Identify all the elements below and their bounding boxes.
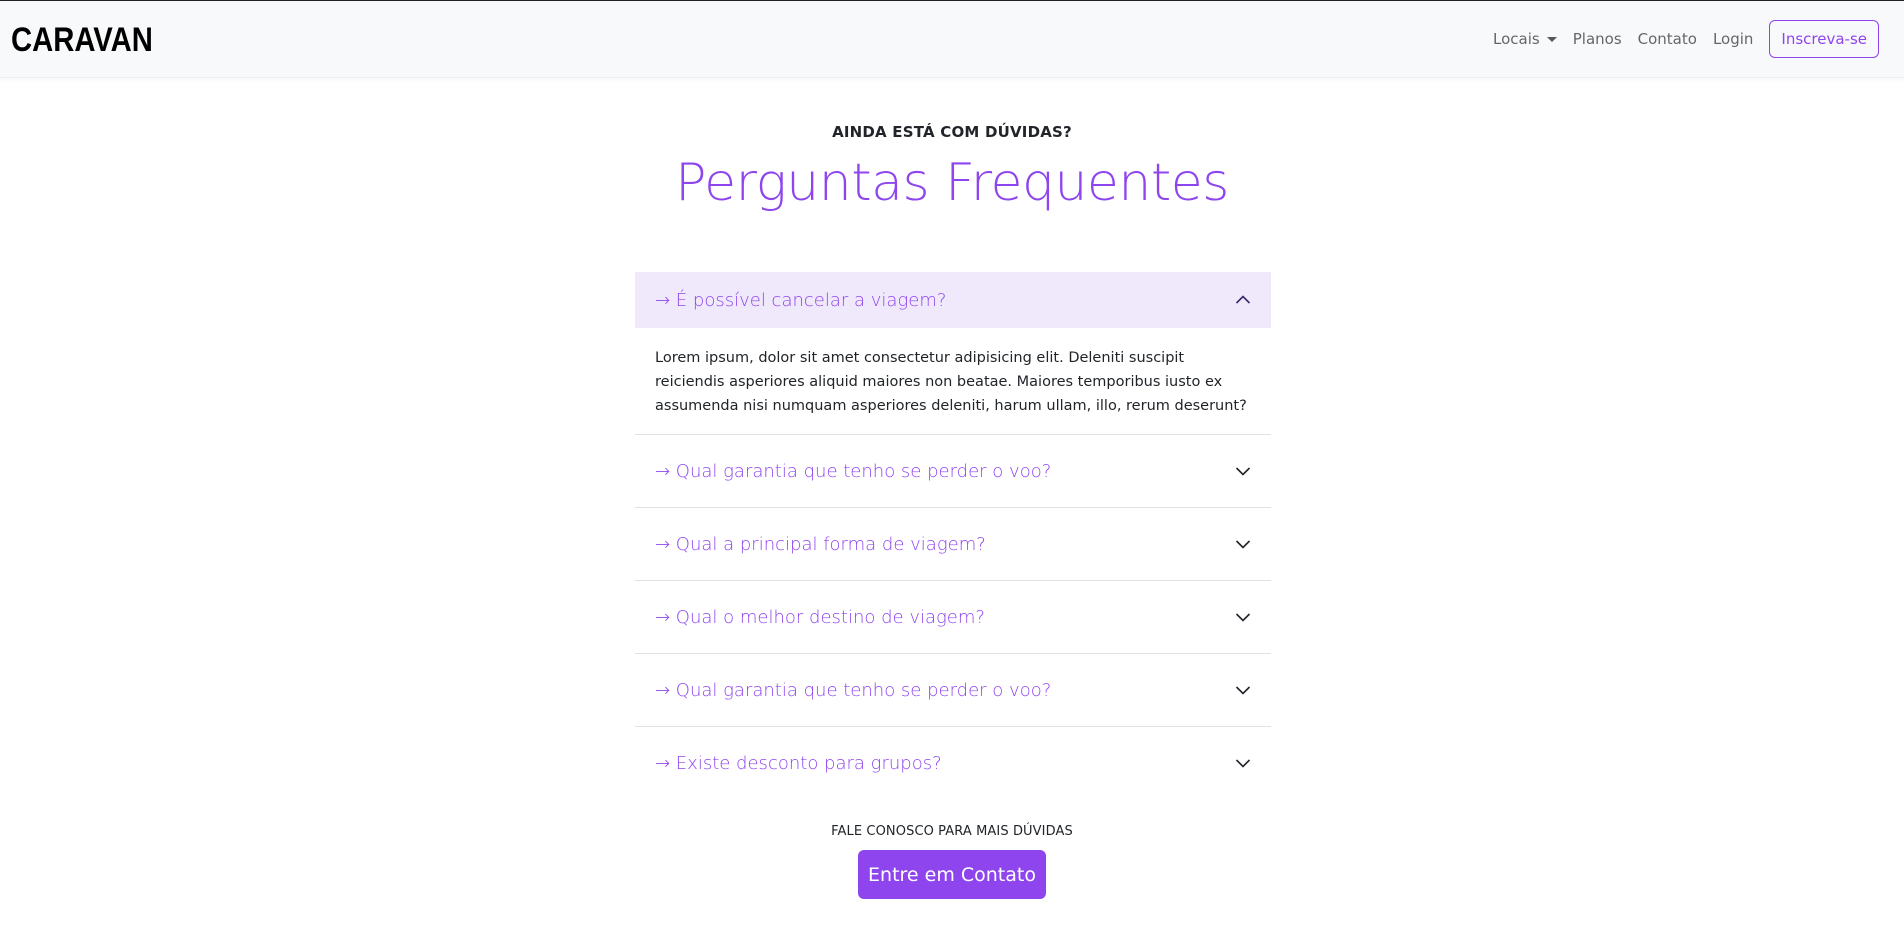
accordion-question: → Qual garantia que tenho se perder o vo… [655,679,1052,701]
nav-link-contato[interactable]: Contato [1638,30,1697,48]
accordion-question: → Existe desconto para grupos? [655,752,942,774]
nav-link-locais[interactable]: Locais [1493,30,1557,48]
contact-eyebrow: FALE CONOSCO PARA MAIS DÚVIDAS [831,824,1073,839]
accordion-question: → É possível cancelar a viagem? [655,289,947,311]
accordion-item: → Qual garantia que tenho se perder o vo… [635,654,1271,727]
brand-logo[interactable]: CARAVAN [11,21,153,60]
chevron-down-icon [1235,613,1251,622]
accordion-header[interactable]: → Qual garantia que tenho se perder o vo… [635,435,1271,507]
nav-link-locais-label: Locais [1493,30,1540,48]
accordion-item: → É possível cancelar a viagem? Lorem ip… [635,272,1271,435]
accordion-question: → Qual o melhor destino de viagem? [655,606,985,628]
navbar: CARAVAN Locais Planos Contato Login Insc… [0,0,1904,78]
faq-eyebrow: AINDA ESTÁ COM DÚVIDAS? [832,123,1072,141]
accordion-header[interactable]: → Qual o melhor destino de viagem? [635,581,1271,653]
nav-link-planos[interactable]: Planos [1573,30,1622,48]
accordion-answer: Lorem ipsum, dolor sit amet consectetur … [655,350,1247,414]
accordion-question: → Qual a principal forma de viagem? [655,533,986,555]
chevron-down-icon [1235,540,1251,549]
accordion-item: → Qual o melhor destino de viagem? [635,581,1271,654]
accordion-item: → Qual garantia que tenho se perder o vo… [635,435,1271,508]
accordion-header[interactable]: → É possível cancelar a viagem? [635,272,1271,328]
chevron-down-icon [1235,759,1251,768]
faq-accordion: → É possível cancelar a viagem? Lorem ip… [635,272,1271,799]
chevron-down-icon [1235,686,1251,695]
accordion-header[interactable]: → Existe desconto para grupos? [635,727,1271,799]
accordion-header[interactable]: → Qual garantia que tenho se perder o vo… [635,654,1271,726]
nav-link-login[interactable]: Login [1713,30,1753,48]
accordion-header[interactable]: → Qual a principal forma de viagem? [635,508,1271,580]
nav-links: Locais Planos Contato Login Inscreva-se [1493,20,1879,58]
caret-down-icon [1546,36,1557,42]
contact-button[interactable]: Entre em Contato [858,850,1046,899]
accordion-item: → Qual a principal forma de viagem? [635,508,1271,581]
signup-button[interactable]: Inscreva-se [1769,20,1879,58]
chevron-up-icon [1235,295,1251,304]
accordion-item: → Existe desconto para grupos? [635,727,1271,799]
accordion-question: → Qual garantia que tenho se perder o vo… [655,460,1052,482]
chevron-down-icon [1235,467,1251,476]
page-title: Perguntas Frequentes [675,153,1229,213]
